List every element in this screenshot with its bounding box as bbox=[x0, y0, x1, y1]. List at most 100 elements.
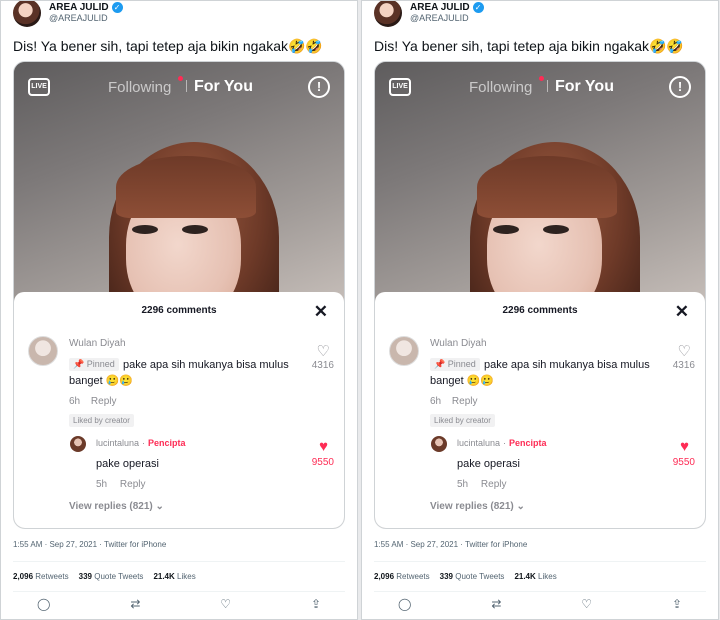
reply-username[interactable]: lucintaluna bbox=[457, 438, 500, 448]
author-name[interactable]: AREA JULID bbox=[49, 2, 109, 13]
heart-filled-icon[interactable]: ♥ bbox=[319, 438, 328, 455]
tweet-actions: ◯ ⇄ ♡ ⇪ bbox=[398, 597, 682, 611]
quotes-stat[interactable]: 339 Quote Tweets bbox=[79, 572, 144, 581]
tab-following[interactable]: Following bbox=[108, 79, 171, 96]
quotes-count: 339 bbox=[439, 572, 453, 581]
tweet-author[interactable]: AREA JULID ✓ @AREAJULID bbox=[13, 1, 123, 31]
commenter-name[interactable]: Wulan Diyah bbox=[430, 338, 487, 349]
reply-button[interactable]: Reply bbox=[91, 396, 117, 407]
name-row: AREA JULID ✓ bbox=[410, 1, 484, 13]
tweet-text: Dis! Ya bener sih, tapi tetep aja bikin … bbox=[13, 38, 323, 54]
liked-by-creator-badge: Liked by creator bbox=[69, 414, 134, 427]
likes-count: 21.4K bbox=[153, 572, 175, 581]
creator-badge: Pencipta bbox=[148, 438, 186, 448]
quotes-label: Quote Tweets bbox=[455, 572, 505, 581]
tab-for-you[interactable]: For You bbox=[555, 78, 614, 96]
tiktok-top-bar: LIVE Following For You ! bbox=[14, 74, 344, 104]
tweet-author[interactable]: AREA JULID ✓ @AREAJULID bbox=[374, 1, 484, 31]
view-replies-button[interactable]: View replies (821) ⌄ bbox=[69, 501, 164, 512]
reply-username[interactable]: lucintaluna bbox=[96, 438, 139, 448]
author-name[interactable]: AREA JULID bbox=[410, 2, 470, 13]
reply-time: 5h bbox=[457, 479, 469, 490]
eye-left bbox=[493, 225, 519, 234]
retweets-label: Retweets bbox=[396, 572, 430, 581]
comments-sheet: 2296 comments ✕ Wulan Diyah 📌 Pinned pak… bbox=[375, 292, 705, 528]
chevron-down-icon: ⌄ bbox=[516, 501, 525, 512]
heart-filled-icon[interactable]: ♥ bbox=[680, 438, 689, 455]
reply-avatar[interactable] bbox=[70, 436, 86, 452]
author-handle[interactable]: @AREAJULID bbox=[49, 13, 123, 23]
creator-badge: Pencipta bbox=[509, 438, 547, 448]
separator-dot: · bbox=[142, 438, 146, 448]
tweet-actions: ◯ ⇄ ♡ ⇪ bbox=[37, 597, 321, 611]
reply-text: pake operasi bbox=[457, 458, 520, 470]
info-icon[interactable]: ! bbox=[669, 76, 691, 98]
heart-outline-icon[interactable]: ♡ bbox=[678, 342, 691, 360]
comment-time: 6h bbox=[430, 396, 442, 407]
tweet-media-image[interactable]: LIVE Following For You ! 2296 comments ✕… bbox=[13, 61, 345, 529]
eye-right bbox=[182, 225, 208, 234]
reply-meta: 5h Reply bbox=[96, 479, 155, 490]
separator-dot: · bbox=[503, 438, 507, 448]
reply-time: 5h bbox=[96, 479, 108, 490]
reply-avatar[interactable] bbox=[431, 436, 447, 452]
tiktok-top-bar: LIVE Following For You ! bbox=[375, 74, 705, 104]
close-icon[interactable]: ✕ bbox=[314, 302, 328, 322]
reply-reply-button[interactable]: Reply bbox=[120, 479, 146, 490]
tweet-stats: 2,096 Retweets 339 Quote Tweets 21.4K Li… bbox=[374, 572, 557, 581]
comment-text: pake apa sih mukanya bisa mulus banget 🥲… bbox=[430, 359, 650, 387]
quotes-stat[interactable]: 339 Quote Tweets bbox=[440, 572, 505, 581]
view-replies-button[interactable]: View replies (821) ⌄ bbox=[430, 501, 525, 512]
commenter-name[interactable]: Wulan Diyah bbox=[69, 338, 126, 349]
retweets-stat[interactable]: 2,096 Retweets bbox=[374, 572, 430, 581]
reply-author: lucintaluna · Pencipta bbox=[457, 438, 547, 448]
avatar[interactable] bbox=[13, 1, 41, 27]
tab-for-you[interactable]: For You bbox=[194, 78, 253, 96]
author-names: AREA JULID ✓ @AREAJULID bbox=[49, 1, 123, 23]
tweet-timestamp[interactable]: 1:55 AM · Sep 27, 2021 · Twitter for iPh… bbox=[13, 540, 166, 549]
bangs-shape bbox=[477, 156, 617, 218]
share-icon[interactable]: ⇪ bbox=[672, 597, 682, 611]
likes-stat[interactable]: 21.4K Likes bbox=[153, 572, 195, 581]
likes-count: 21.4K bbox=[514, 572, 536, 581]
info-icon[interactable]: ! bbox=[308, 76, 330, 98]
likes-stat[interactable]: 21.4K Likes bbox=[514, 572, 556, 581]
retweet-icon[interactable]: ⇄ bbox=[491, 597, 501, 611]
comment-text: pake apa sih mukanya bisa mulus banget 🥲… bbox=[69, 359, 289, 387]
live-icon[interactable]: LIVE bbox=[389, 78, 411, 96]
author-handle[interactable]: @AREAJULID bbox=[410, 13, 484, 23]
verified-badge-icon: ✓ bbox=[111, 1, 123, 13]
liked-by-creator-badge: Liked by creator bbox=[430, 414, 495, 427]
reply-text: pake operasi bbox=[96, 458, 159, 470]
retweets-count: 2,096 bbox=[13, 572, 34, 581]
heart-outline-icon[interactable]: ♡ bbox=[317, 342, 330, 360]
name-row: AREA JULID ✓ bbox=[49, 1, 123, 13]
tab-following[interactable]: Following bbox=[469, 79, 532, 96]
share-icon[interactable]: ⇪ bbox=[311, 597, 321, 611]
reply-reply-button[interactable]: Reply bbox=[481, 479, 507, 490]
retweets-stat[interactable]: 2,096 Retweets bbox=[13, 572, 69, 581]
eye-right bbox=[543, 225, 569, 234]
commenter-avatar[interactable] bbox=[389, 336, 419, 366]
reply-meta: 5h Reply bbox=[457, 479, 516, 490]
notification-dot-icon bbox=[178, 76, 183, 81]
heart-icon[interactable]: ♡ bbox=[581, 597, 592, 611]
comment-time: 6h bbox=[69, 396, 81, 407]
tweet-media-image[interactable]: LIVE Following For You ! 2296 comments ✕… bbox=[374, 61, 706, 529]
retweets-label: Retweets bbox=[35, 572, 69, 581]
commenter-avatar[interactable] bbox=[28, 336, 58, 366]
quotes-label: Quote Tweets bbox=[94, 572, 144, 581]
tweet-stats: 2,096 Retweets 339 Quote Tweets 21.4K Li… bbox=[13, 572, 196, 581]
reply-button[interactable]: Reply bbox=[452, 396, 478, 407]
tab-divider bbox=[186, 80, 187, 92]
reply-icon[interactable]: ◯ bbox=[398, 597, 411, 611]
avatar[interactable] bbox=[374, 1, 402, 27]
likes-label: Likes bbox=[538, 572, 557, 581]
live-icon[interactable]: LIVE bbox=[28, 78, 50, 96]
close-icon[interactable]: ✕ bbox=[675, 302, 689, 322]
retweet-icon[interactable]: ⇄ bbox=[130, 597, 140, 611]
retweets-count: 2,096 bbox=[374, 572, 395, 581]
tweet-timestamp[interactable]: 1:55 AM · Sep 27, 2021 · Twitter for iPh… bbox=[374, 540, 527, 549]
reply-icon[interactable]: ◯ bbox=[37, 597, 50, 611]
heart-icon[interactable]: ♡ bbox=[220, 597, 231, 611]
